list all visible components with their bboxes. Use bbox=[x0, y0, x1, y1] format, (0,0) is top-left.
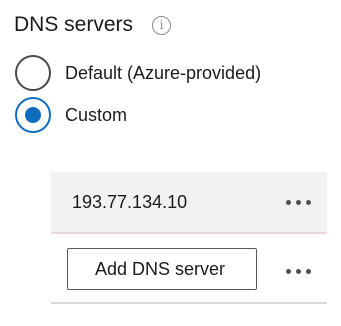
dns-server-row[interactable]: 193.77.134.10 bbox=[51, 172, 327, 234]
more-dot bbox=[306, 200, 311, 205]
dns-servers-header: DNS servers i bbox=[14, 8, 172, 42]
more-dot bbox=[296, 200, 301, 205]
info-icon[interactable]: i bbox=[152, 15, 172, 35]
more-options-button[interactable] bbox=[286, 200, 311, 205]
more-dot bbox=[286, 200, 291, 205]
more-dot bbox=[296, 269, 301, 274]
radio-button-custom[interactable] bbox=[15, 97, 51, 133]
dns-server-address: 193.77.134.10 bbox=[72, 192, 188, 212]
dns-servers-panel: DNS servers i Default (Azure-provided) C… bbox=[0, 0, 341, 326]
radio-selected-dot bbox=[25, 107, 41, 123]
add-dns-server-input[interactable] bbox=[67, 248, 257, 290]
radio-button-default[interactable] bbox=[15, 55, 51, 91]
radio-option-default[interactable]: Default (Azure-provided) bbox=[15, 53, 261, 93]
add-dns-server-row bbox=[51, 240, 327, 304]
radio-label-default: Default (Azure-provided) bbox=[65, 62, 262, 83]
more-dot bbox=[286, 269, 291, 274]
radio-label-custom: Custom bbox=[65, 104, 128, 125]
section-title: DNS servers bbox=[14, 13, 134, 36]
more-options-button[interactable] bbox=[286, 269, 311, 274]
radio-option-custom[interactable]: Custom bbox=[15, 95, 127, 135]
more-dot bbox=[306, 269, 311, 274]
